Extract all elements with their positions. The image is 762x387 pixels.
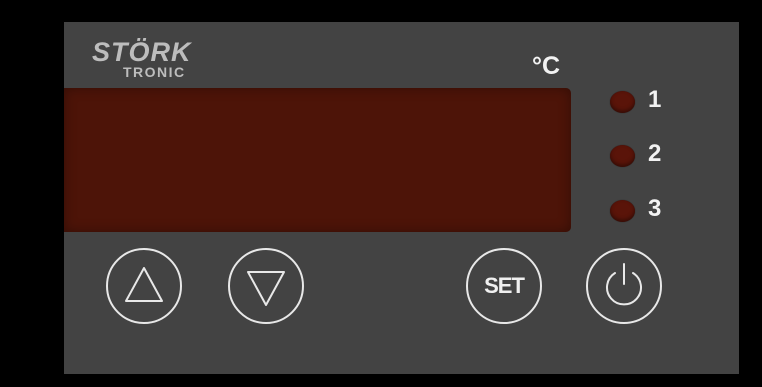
- controller-panel: STÖRK TRONIC °C 1 2 3 SET: [64, 22, 739, 374]
- brand-subname: TRONIC: [123, 64, 186, 80]
- temperature-unit-label: °C: [532, 52, 561, 80]
- led-display: [64, 88, 571, 232]
- brand-name: STÖRK: [92, 37, 193, 67]
- indicator-led: [610, 145, 635, 167]
- indicator-3: 3: [610, 195, 680, 227]
- up-button[interactable]: [106, 248, 182, 324]
- power-icon: [606, 263, 642, 306]
- indicator-led: [610, 200, 635, 222]
- down-button[interactable]: [228, 248, 304, 324]
- controller-frame: STÖRK TRONIC °C 1 2 3 SET: [0, 0, 762, 387]
- indicator-label: 2: [648, 140, 662, 167]
- indicator-label: 3: [648, 195, 662, 222]
- indicator-label: 1: [648, 86, 662, 113]
- set-button-label: SET: [484, 273, 525, 298]
- power-button[interactable]: [586, 248, 662, 324]
- triangle-down-icon: [247, 271, 285, 306]
- brand-logo: STÖRK TRONIC: [92, 36, 242, 80]
- set-button[interactable]: SET: [466, 248, 542, 324]
- indicator-2: 2: [610, 140, 680, 172]
- indicator-1: 1: [610, 86, 680, 118]
- triangle-up-icon: [125, 267, 163, 302]
- indicator-led: [610, 91, 635, 113]
